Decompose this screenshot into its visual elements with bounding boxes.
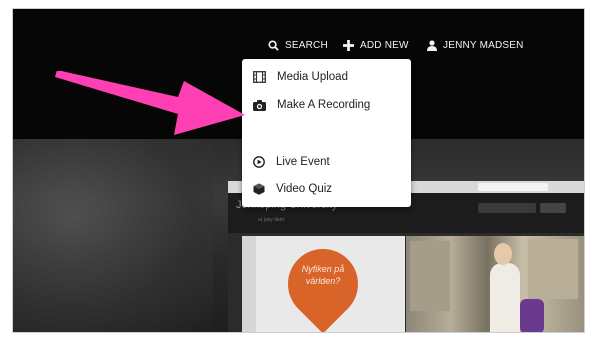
preview-search-box — [478, 203, 536, 213]
search-button[interactable]: SEARCH — [268, 37, 328, 53]
menu-item-label: Media Upload — [277, 71, 348, 83]
add-new-dropdown-menu: Media Upload Make A Recording Live Event — [242, 59, 411, 207]
preview-address-bar — [478, 183, 548, 191]
preview-add-new-button — [540, 203, 566, 213]
annotation-arrow — [55, 71, 245, 135]
user-menu-button[interactable]: JENNY MADSEN — [427, 37, 524, 53]
play-circle-icon — [253, 156, 265, 168]
menu-item-video-quiz[interactable]: Video Quiz — [242, 177, 411, 201]
menu-item-label: Live Event — [276, 156, 330, 168]
photo-building — [528, 239, 578, 299]
menu-item-make-a-recording[interactable]: Make A Recording — [242, 93, 411, 117]
search-icon — [268, 39, 279, 51]
photo-person-head — [494, 243, 512, 265]
menu-item-media-upload[interactable]: Media Upload — [242, 65, 411, 89]
photo-person — [490, 263, 520, 332]
search-label: SEARCH — [285, 39, 328, 51]
cube-icon — [253, 183, 265, 195]
speech-bubble-text: Nyfiken på världen? — [301, 264, 345, 286]
menu-item-label: Make A Recording — [277, 99, 371, 111]
user-icon — [427, 39, 437, 51]
camera-icon — [253, 99, 266, 111]
add-new-label: ADD NEW — [360, 39, 409, 51]
add-new-button[interactable]: ADD NEW — [343, 37, 409, 53]
plus-icon — [343, 39, 354, 51]
blurred-thumbnail — [13, 139, 213, 332]
app-window: SEARCH ADD NEW JENNY MADSEN Jonkoping Un… — [12, 8, 585, 333]
menu-item-label: Video Quiz — [276, 183, 333, 195]
preview-slide-strip — [242, 236, 256, 332]
preview-subtitle: ur jasy dent — [258, 217, 284, 223]
user-name: JENNY MADSEN — [443, 39, 524, 51]
photo-bag — [520, 299, 544, 332]
film-icon — [253, 71, 266, 83]
photo-building — [410, 241, 450, 311]
menu-item-live-event[interactable]: Live Event — [242, 150, 411, 174]
